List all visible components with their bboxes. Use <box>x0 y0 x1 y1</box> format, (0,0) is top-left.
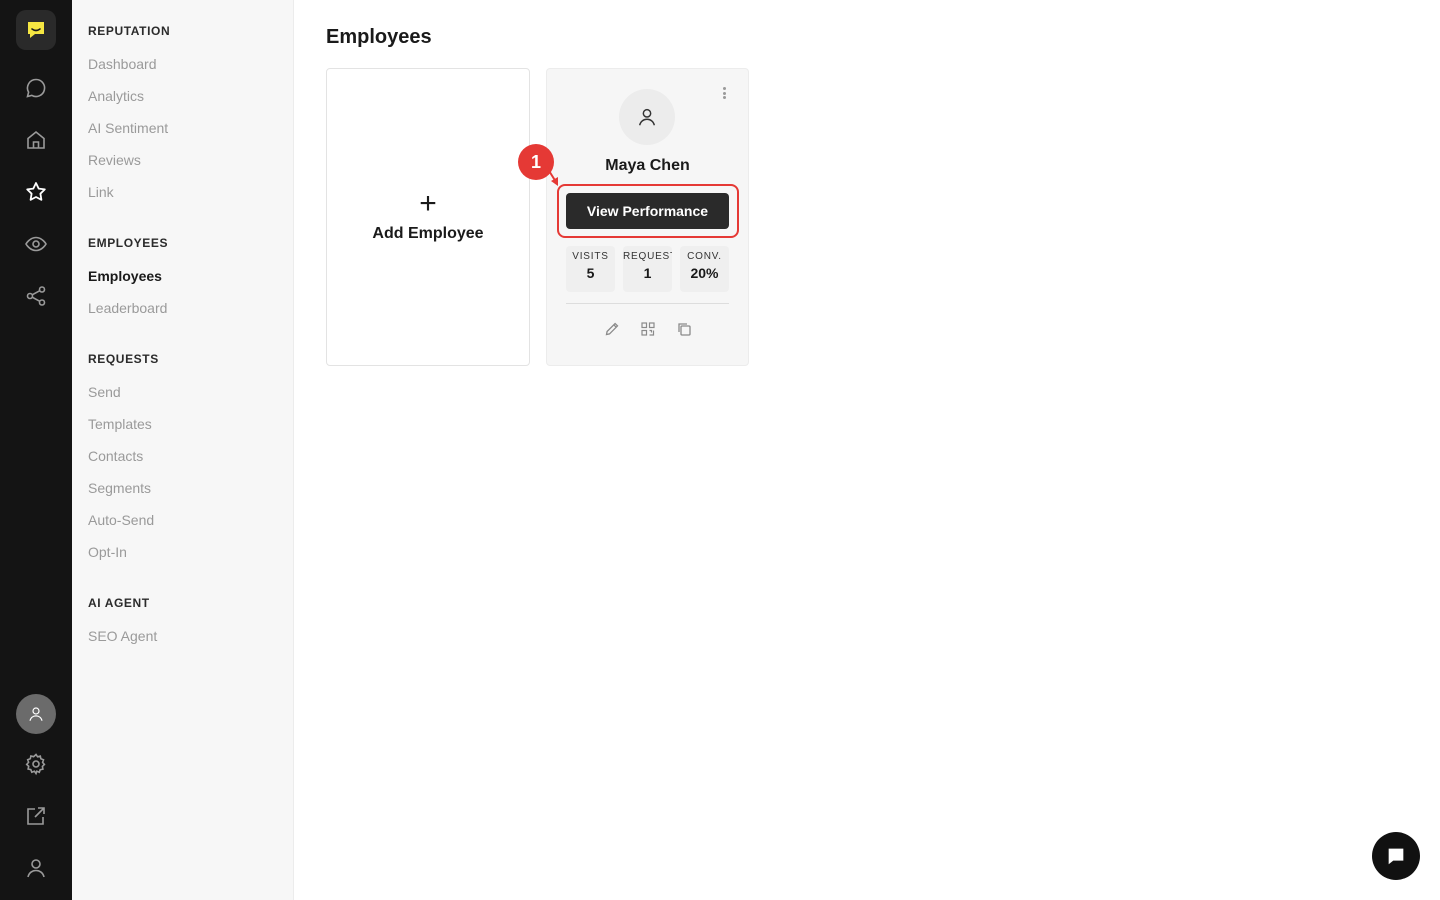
stat-label: CONV. <box>687 251 722 262</box>
employee-card: Maya Chen View Performance VISITS 5 REQU… <box>546 68 749 366</box>
stat-value: 20% <box>690 265 719 281</box>
rail-chat-icon[interactable] <box>16 68 56 108</box>
employee-actions <box>547 321 748 337</box>
nav-group-employees: EMPLOYEES <box>88 236 169 250</box>
nav-item-ai-sentiment[interactable]: AI Sentiment <box>88 120 168 136</box>
stat-value: 5 <box>586 265 595 281</box>
view-performance-button[interactable]: View Performance <box>566 193 729 229</box>
rail-user-icon[interactable] <box>16 848 56 888</box>
app-logo[interactable] <box>16 10 56 50</box>
rail-share-icon[interactable] <box>16 276 56 316</box>
employee-stats: VISITS 5 REQUESTS 1 CONV. 20% <box>566 246 729 292</box>
stat-value: 1 <box>643 265 652 281</box>
nav-item-seo-agent[interactable]: SEO Agent <box>88 628 157 644</box>
add-employee-label: Add Employee <box>372 225 484 242</box>
step-arrow-icon <box>545 165 558 186</box>
stat-visits: VISITS 5 <box>566 246 615 292</box>
more-options-icon[interactable] <box>718 85 730 101</box>
main-content: Employees + Add Employee Maya Chen View … <box>294 0 1440 900</box>
chat-widget-button[interactable] <box>1372 832 1420 880</box>
nav-group-requests: REQUESTS <box>88 352 159 366</box>
nav-item-reviews[interactable]: Reviews <box>88 152 141 168</box>
page-title: Employees <box>326 26 432 48</box>
rail-avatar[interactable] <box>16 694 56 734</box>
qr-code-icon[interactable] <box>640 321 656 337</box>
nav-item-employees[interactable]: Employees <box>88 268 162 284</box>
nav-item-link[interactable]: Link <box>88 184 114 200</box>
employee-name: Maya Chen <box>605 157 690 174</box>
nav-item-dashboard[interactable]: Dashboard <box>88 56 157 72</box>
plus-icon: + <box>419 187 437 220</box>
side-nav: REPUTATION Dashboard Analytics AI Sentim… <box>72 0 294 900</box>
rail-star-icon[interactable] <box>16 172 56 212</box>
rail-gear-icon[interactable] <box>16 744 56 784</box>
stat-requests: REQUESTS 1 <box>623 246 672 292</box>
nav-item-segments[interactable]: Segments <box>88 480 151 496</box>
nav-item-templates[interactable]: Templates <box>88 416 152 432</box>
nav-item-send[interactable]: Send <box>88 384 121 400</box>
add-employee-card[interactable]: + Add Employee <box>326 68 530 366</box>
user-icon <box>638 108 656 126</box>
nav-item-analytics[interactable]: Analytics <box>88 88 144 104</box>
stat-label: REQUESTS <box>623 251 672 262</box>
rail-home-icon[interactable] <box>16 120 56 160</box>
avatar-user-icon <box>29 707 43 721</box>
nav-item-opt-in[interactable]: Opt-In <box>88 544 127 560</box>
stat-label: VISITS <box>572 251 609 262</box>
stat-conversion: CONV. 20% <box>680 246 729 292</box>
chat-icon <box>1388 848 1404 865</box>
rail-eye-icon[interactable] <box>16 224 56 264</box>
card-divider <box>566 303 729 304</box>
nav-group-reputation: REPUTATION <box>88 24 171 38</box>
logo-chat-icon <box>28 22 44 38</box>
employee-avatar <box>619 89 675 145</box>
nav-group-ai-agent: AI AGENT <box>88 596 150 610</box>
nav-item-leaderboard[interactable]: Leaderboard <box>88 300 167 316</box>
edit-pencil-icon[interactable] <box>604 321 620 337</box>
nav-item-contacts[interactable]: Contacts <box>88 448 143 464</box>
icon-rail <box>0 0 72 900</box>
nav-item-auto-send[interactable]: Auto-Send <box>88 512 154 528</box>
rail-external-link-icon[interactable] <box>16 796 56 836</box>
copy-icon[interactable] <box>676 321 692 337</box>
